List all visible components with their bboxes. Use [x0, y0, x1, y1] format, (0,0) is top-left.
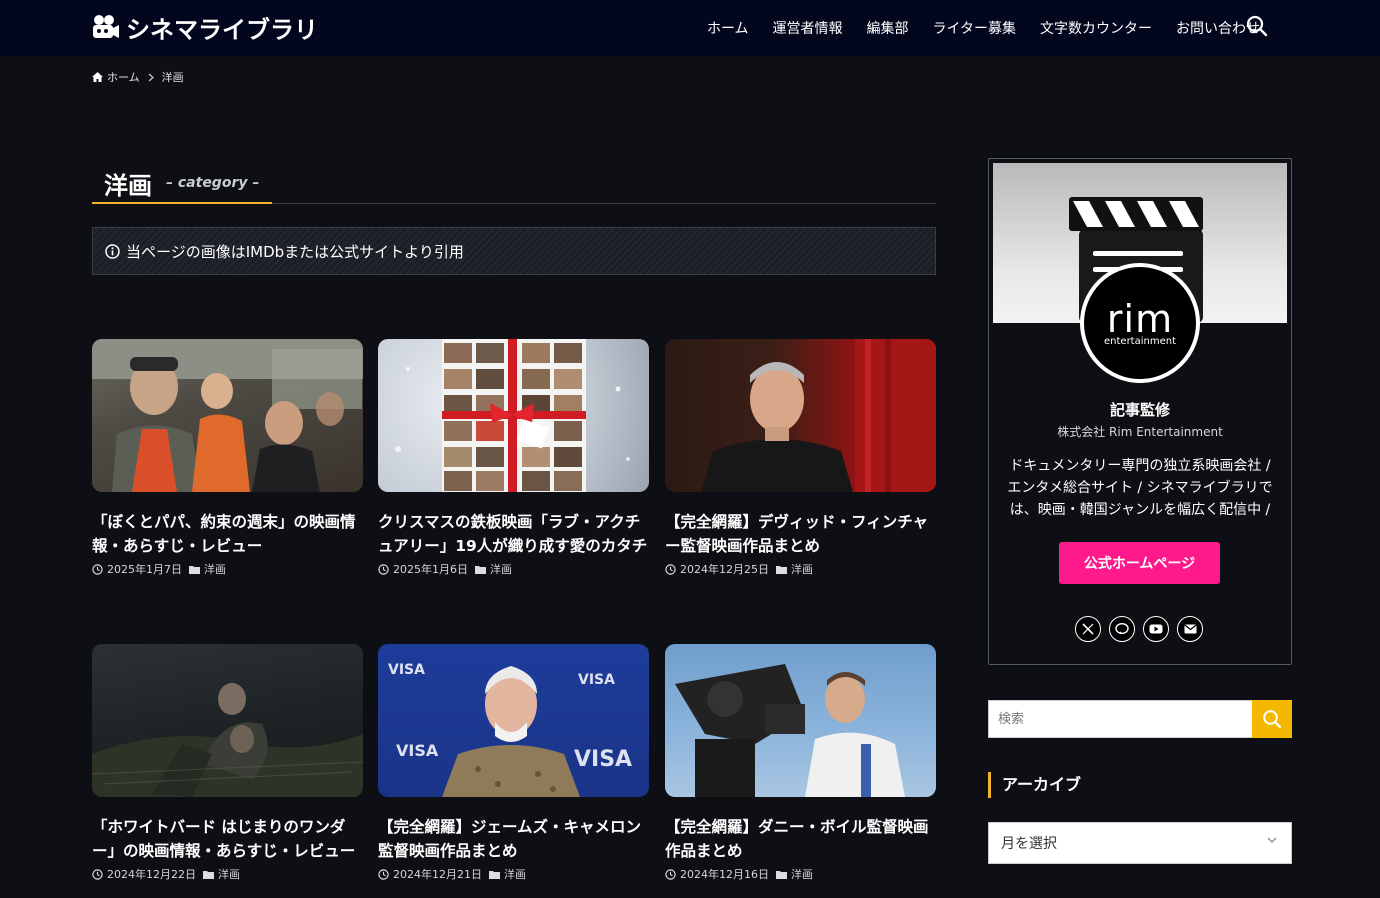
youtube-icon[interactable] — [1143, 616, 1169, 642]
company-avatar: rim entertainment — [1080, 263, 1200, 383]
site-header: シネマライブラリ ホーム 運営者情報 編集部 ライター募集 文字数カウンター お… — [0, 0, 1380, 56]
page-title: 洋画 — [104, 172, 152, 200]
breadcrumb-home[interactable]: ホーム — [92, 69, 140, 85]
post-meta: 2024年12月22日 洋画 — [92, 866, 363, 882]
clock-icon — [92, 563, 103, 575]
post-meta: 2024年12月25日 洋画 — [665, 561, 936, 577]
archive-month-select[interactable]: 月を選択 — [988, 822, 1292, 864]
film-camera-icon — [92, 14, 120, 40]
clock-icon — [378, 563, 389, 575]
chevron-right-icon — [148, 73, 154, 81]
post-date: 2024年12月25日 — [680, 563, 769, 576]
header-search-icon[interactable] — [1246, 15, 1270, 39]
post-thumbnail[interactable] — [665, 339, 936, 492]
folder-icon — [776, 565, 787, 574]
breadcrumb: ホーム 洋画 — [92, 69, 184, 85]
avatar-wordmark: rim — [1106, 296, 1174, 341]
post-date: 2025年1月6日 — [393, 563, 468, 576]
post-date: 2024年12月22日 — [107, 868, 196, 881]
post-thumbnail[interactable]: VISA VISA VISA VISA — [378, 644, 649, 797]
post-date: 2025年1月7日 — [107, 563, 182, 576]
folder-icon — [776, 870, 787, 879]
nav-editorial[interactable]: 編集部 — [867, 18, 909, 38]
mail-icon[interactable] — [1177, 616, 1203, 642]
home-icon — [92, 72, 103, 82]
post-title[interactable]: 【完全網羅】ジェームズ・キャメロン監督映画作品まとめ — [378, 815, 649, 863]
nav-about[interactable]: 運営者情報 — [773, 18, 843, 38]
profile-description: ドキュメンタリー専門の独立系映画会社 / エンタメ総合サイト / シネマライブラ… — [1007, 458, 1273, 518]
post-category[interactable]: 洋画 — [791, 561, 813, 577]
x-icon[interactable] — [1075, 616, 1101, 642]
svg-text:VISA: VISA — [396, 741, 439, 760]
archive-heading: アーカイブ — [988, 772, 1292, 798]
post-category[interactable]: 洋画 — [218, 866, 240, 882]
notice-text: 当ページの画像はIMDbまたは公式サイトより引用 — [126, 242, 464, 261]
info-icon — [105, 243, 120, 259]
nav-char-counter[interactable]: 文字数カウンター — [1040, 18, 1152, 38]
svg-text:VISA: VISA — [578, 672, 615, 688]
post-thumbnail[interactable] — [92, 339, 363, 492]
line-icon[interactable] — [1109, 616, 1135, 642]
chevron-down-icon — [1267, 837, 1277, 843]
profile-company: 株式会社 Rim Entertainment — [1057, 425, 1223, 439]
clock-icon — [92, 868, 103, 880]
post-category[interactable]: 洋画 — [204, 561, 226, 577]
post-meta: 2024年12月16日 洋画 — [665, 866, 936, 882]
folder-icon — [489, 870, 500, 879]
breadcrumb-home-label: ホーム — [107, 71, 140, 84]
post-card[interactable]: 「ホワイトバード はじまりのワンダー」の映画情報・あらすじ・レビュー 2024年… — [92, 644, 363, 882]
post-title[interactable]: 【完全網羅】デヴィッド・フィンチャー監督映画作品まとめ — [665, 510, 936, 558]
folder-icon — [203, 870, 214, 879]
post-category[interactable]: 洋画 — [504, 866, 526, 882]
site-logo[interactable]: シネマライブラリ — [92, 12, 318, 44]
folder-icon — [189, 565, 200, 574]
post-title[interactable]: 「ホワイトバード はじまりのワンダー」の映画情報・あらすじ・レビュー — [92, 815, 363, 863]
post-card[interactable]: 【完全網羅】ダニー・ボイル監督映画作品まとめ 2024年12月16日 洋画 — [665, 644, 936, 882]
page-subtitle: – category – — [166, 175, 260, 191]
post-title[interactable]: 「ぼくとパパ、約束の週末」の映画情報・あらすじ・レビュー — [92, 510, 363, 558]
clock-icon — [665, 868, 676, 880]
post-meta: 2025年1月6日 洋画 — [378, 561, 649, 577]
post-thumbnail[interactable] — [378, 339, 649, 492]
svg-text:VISA: VISA — [574, 747, 632, 772]
archive-select-value: 月を選択 — [1001, 836, 1057, 852]
post-meta: 2024年12月21日 洋画 — [378, 866, 649, 882]
post-thumbnail[interactable] — [92, 644, 363, 797]
post-card[interactable]: VISA VISA VISA VISA 【完全網羅】ジェームズ・キャメロン監督映… — [378, 644, 649, 882]
post-meta: 2025年1月7日 洋画 — [92, 561, 363, 577]
post-date: 2024年12月16日 — [680, 868, 769, 881]
post-title[interactable]: クリスマスの鉄板映画「ラブ・アクチュアリー」19人が織り成す愛のカタチ — [378, 510, 649, 558]
sidebar-search — [988, 700, 1292, 738]
main-nav: ホーム 運営者情報 編集部 ライター募集 文字数カウンター お問い合わせ — [707, 0, 1260, 56]
title-accent-line — [92, 202, 272, 204]
breadcrumb-current: 洋画 — [161, 71, 184, 84]
clock-icon — [665, 563, 676, 575]
search-icon — [1263, 710, 1282, 729]
post-card[interactable]: 「ぼくとパパ、約束の週末」の映画情報・あらすじ・レビュー 2025年1月7日 洋… — [92, 339, 363, 577]
search-input[interactable] — [988, 700, 1253, 738]
author-profile-widget: rim entertainment 記事監修 株式会社 Rim Entertai… — [988, 158, 1292, 665]
post-title[interactable]: 【完全網羅】ダニー・ボイル監督映画作品まとめ — [665, 815, 936, 863]
nav-writer-recruit[interactable]: ライター募集 — [933, 18, 1016, 38]
site-logo-text: シネマライブラリ — [126, 15, 318, 44]
post-thumbnail[interactable] — [665, 644, 936, 797]
page-title-area: 洋画 – category – — [92, 164, 936, 204]
post-category[interactable]: 洋画 — [791, 866, 813, 882]
avatar-subtext: entertainment — [1104, 335, 1176, 347]
search-submit-button[interactable] — [1252, 700, 1292, 738]
social-links — [1075, 616, 1203, 642]
folder-icon — [475, 565, 486, 574]
post-date: 2024年12月21日 — [393, 868, 482, 881]
image-credit-notice: 当ページの画像はIMDbまたは公式サイトより引用 — [92, 227, 936, 275]
official-site-button[interactable]: 公式ホームページ — [1059, 542, 1220, 584]
nav-home[interactable]: ホーム — [707, 18, 749, 38]
svg-text:VISA: VISA — [388, 662, 425, 678]
post-card[interactable]: 【完全網羅】デヴィッド・フィンチャー監督映画作品まとめ 2024年12月25日 … — [665, 339, 936, 577]
profile-label: 記事監修 — [1109, 401, 1170, 419]
clock-icon — [378, 868, 389, 880]
post-category[interactable]: 洋画 — [490, 561, 512, 577]
post-card[interactable]: クリスマスの鉄板映画「ラブ・アクチュアリー」19人が織り成す愛のカタチ 2025… — [378, 339, 649, 577]
